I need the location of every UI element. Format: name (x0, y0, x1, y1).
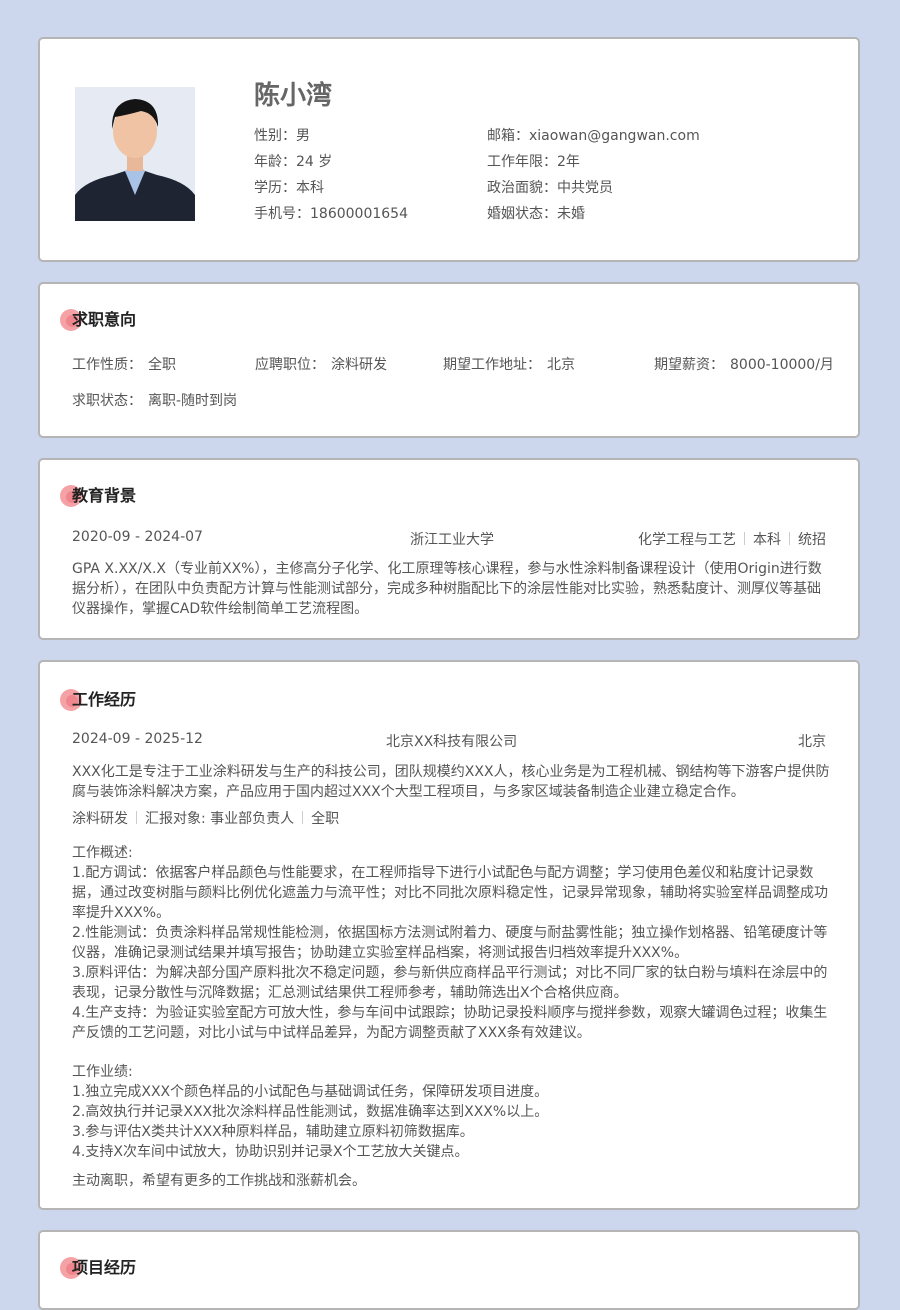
section-title: 工作经历 (72, 690, 137, 709)
list-item: 1.独立完成XXX个颜色样品的小试配色与基础调试任务，保障研发项目进度。 (72, 1084, 549, 1100)
salary-field: 期望薪资： 8000-10000/月 (654, 357, 834, 373)
list-item: 3.参与评估X类共计XXX种原料样品，辅助建立原料初筛数据库。 (72, 1124, 474, 1140)
company-name: 北京XX科技有限公司 (386, 734, 518, 750)
work-achievements: 工作业绩: 1.独立完成XXX个颜色样品的小试配色与基础调试任务，保障研发项目进… (72, 1062, 832, 1162)
education-description: GPA X.XX/X.X（专业前XX%），主修高分子化学、化工原理等核心课程，参… (72, 561, 822, 617)
job-status-field: 求职状态： 离职-随时到岗 (72, 393, 238, 409)
phone-field: 手机号：18600001654 (254, 206, 408, 222)
company-description: XXX化工是专注于工业涂料研发与生产的科技公司，团队规模约XXX人，核心业务是为… (72, 764, 830, 800)
email-field: 邮箱：xiaowan@gangwan.com (487, 128, 700, 144)
education-period: 2020-09 - 2024-07 (72, 529, 203, 545)
location-field: 期望工作地址： 北京 (443, 357, 575, 373)
section-title: 教育背景 (72, 486, 137, 505)
work-period: 2024-09 - 2025-12 (72, 731, 203, 747)
list-item: 1.配方调试：依据客户样品颜色与性能要求，在工程师指导下进行小试配色与配方调整；… (72, 865, 828, 921)
age-field: 年龄：24 岁 (254, 154, 333, 170)
work-overview: 工作概述: 1.配方调试：依据客户样品颜色与性能要求，在工程师指导下进行小试配色… (72, 843, 832, 1043)
major-info: 化学工程与工艺 本科 统招 (638, 532, 826, 548)
avatar (75, 87, 195, 221)
leave-reason: 主动离职，希望有更多的工作挑战和涨薪机会。 (72, 1173, 366, 1189)
section-title: 项目经历 (72, 1258, 137, 1277)
project-experience-card: 项目经历 (38, 1230, 860, 1310)
education-level-field: 学历：本科 (254, 180, 324, 196)
position-field: 应聘职位： 涂料研发 (255, 357, 387, 373)
list-item: 2.高效执行并记录XXX批次涂料样品性能测试，数据准确率达到XXX%以上。 (72, 1104, 549, 1120)
work-years-field: 工作年限：2年 (487, 154, 580, 170)
job-intent-card: 求职意向 工作性质： 全职 应聘职位： 涂料研发 期望工作地址： 北京 期望薪资： 80… (38, 282, 860, 438)
political-status-field: 政治面貌：中共党员 (487, 180, 613, 196)
work-experience-card: 工作经历 2024-09 - 2025-12 北京XX科技有限公司 北京 XXX… (38, 660, 860, 1210)
list-item: 4.生产支持：为验证实验室配方可放大性，参与车间中试跟踪；协助记录投料顺序与搅拌… (72, 1005, 828, 1041)
marital-status-field: 婚姻状态：未婚 (487, 206, 585, 222)
gender-field: 性别：男 (254, 128, 310, 144)
role-info: 涂料研发 汇报对象: 事业部负责人 全职 (72, 811, 340, 827)
education-card: 教育背景 2020-09 - 2024-07 浙江工业大学 化学工程与工艺 本科统… (38, 458, 860, 640)
section-title: 求职意向 (72, 310, 137, 329)
work-nature-field: 工作性质： 全职 (72, 357, 176, 373)
candidate-name: 陈小湾 (254, 81, 333, 111)
work-city: 北京 (798, 734, 826, 750)
list-item: 2.性能测试：负责涂料样品常规性能检测，依据国标方法测试附着力、硬度与耐盐雾性能… (72, 925, 828, 961)
profile-card: 陈小湾 性别：男 年龄：24 岁 学历：本科 手机号：18600001654 邮… (38, 37, 860, 262)
list-item: 3.原料评估：为解决部分国产原料批次不稳定问题，参与新供应商样品平行测试；对比不… (72, 965, 828, 1001)
list-item: 4.支持X次车间中试放大，协助识别并记录X个工艺放大关键点。 (72, 1144, 469, 1160)
school-name: 浙江工业大学 (410, 532, 494, 548)
